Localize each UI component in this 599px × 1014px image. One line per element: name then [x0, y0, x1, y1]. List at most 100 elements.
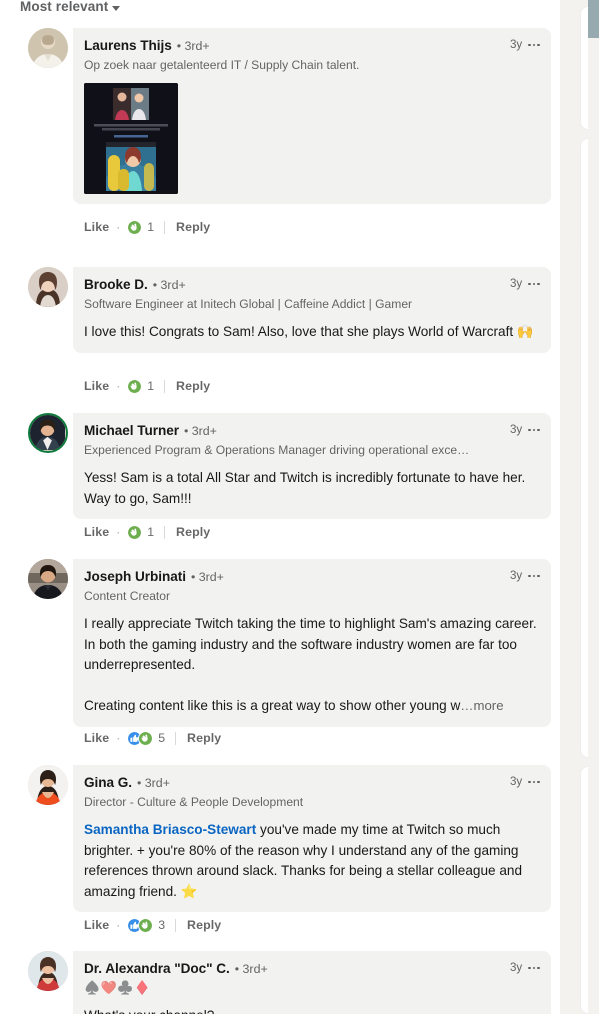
- author-name: Brooke D.: [84, 277, 148, 292]
- comment-attached-image[interactable]: [84, 83, 178, 194]
- avatar[interactable]: [28, 951, 68, 991]
- comment-header: Dr. Alexandra "Doc" C. • 3rd+ 3y ♠️❤️♣️♦…: [84, 959, 540, 996]
- comment-meta: 3y: [510, 774, 540, 790]
- reaction-count: 1: [147, 220, 155, 234]
- reactions-summary[interactable]: 1: [127, 218, 154, 236]
- author-headline: Experienced Program & Operations Manager…: [84, 443, 470, 457]
- linkedin-post-comments-screen: Most relevant Laurens Thijs • 3rd+ 3y Op…: [0, 0, 599, 1014]
- action-divider: [164, 379, 166, 393]
- reaction-icons: [127, 378, 143, 394]
- avatar[interactable]: [28, 765, 68, 805]
- action-divider: [175, 731, 177, 745]
- comments-feed: Most relevant Laurens Thijs • 3rd+ 3y Op…: [0, 0, 560, 1014]
- author-degree: • 3rd+: [190, 570, 224, 584]
- like-button[interactable]: Like: [84, 916, 109, 934]
- reply-button[interactable]: Reply: [176, 377, 210, 395]
- reply-button[interactable]: Reply: [187, 916, 221, 934]
- ellipsis-icon[interactable]: [528, 427, 540, 434]
- ellipsis-icon[interactable]: [528, 965, 540, 972]
- avatar[interactable]: [28, 267, 68, 307]
- comment-text: What's your channel?: [84, 1006, 540, 1014]
- author-headline: Director - Culture & People Development: [84, 795, 304, 809]
- comment-author[interactable]: Michael Turner • 3rd+: [84, 421, 484, 441]
- like-button[interactable]: Like: [84, 729, 109, 747]
- comment-bubble: Dr. Alexandra "Doc" C. • 3rd+ 3y ♠️❤️♣️♦…: [73, 951, 551, 1014]
- author-headline: ♠️❤️♣️♦️: [84, 980, 151, 995]
- celebrate-reaction-icon: [138, 730, 154, 746]
- action-separator: ·: [116, 525, 121, 539]
- comment-meta: 3y: [510, 276, 540, 292]
- see-more-button[interactable]: …more: [460, 698, 503, 713]
- chevron-down-icon: [112, 5, 121, 11]
- reaction-count: 1: [147, 379, 155, 393]
- author-degree: • 3rd+: [183, 424, 217, 438]
- reactions-summary[interactable]: 1: [127, 377, 154, 395]
- reaction-count: 3: [158, 918, 166, 932]
- ellipsis-icon[interactable]: [528, 573, 540, 580]
- author-name: Gina G.: [84, 775, 132, 790]
- avatar[interactable]: [28, 413, 68, 453]
- reply-button[interactable]: Reply: [187, 729, 221, 747]
- comment-actions: Like · 1 Reply: [84, 377, 210, 395]
- comment-bubble: Laurens Thijs • 3rd+ 3y Op zoek naar get…: [73, 28, 551, 204]
- action-divider: [164, 220, 166, 234]
- comment-actions: Like · 5 Reply: [84, 729, 221, 747]
- reaction-icons: [127, 524, 143, 540]
- comment-header: Joseph Urbinati • 3rd+ 3y Content Creato…: [84, 567, 540, 604]
- comment-header: Brooke D. • 3rd+ 3y Software Engineer at…: [84, 275, 540, 312]
- reply-button[interactable]: Reply: [176, 218, 210, 236]
- comment-author[interactable]: Laurens Thijs • 3rd+: [84, 36, 484, 56]
- author-name: Joseph Urbinati: [84, 569, 186, 584]
- like-button[interactable]: Like: [84, 218, 109, 236]
- author-headline: Content Creator: [84, 589, 171, 603]
- celebrate-reaction-icon: [127, 524, 143, 540]
- right-rail: [560, 0, 599, 1014]
- avatar[interactable]: [28, 28, 68, 68]
- sort-comments-label: Most relevant: [20, 0, 109, 14]
- comment-bubble: Gina G. • 3rd+ 3y Director - Culture & P…: [73, 765, 551, 912]
- author-name: Laurens Thijs: [84, 38, 172, 53]
- ellipsis-icon[interactable]: [528, 779, 540, 786]
- comment-age: 3y: [509, 38, 523, 51]
- like-button[interactable]: Like: [84, 523, 109, 541]
- author-degree: • 3rd+: [176, 39, 210, 53]
- comment-age: 3y: [509, 277, 523, 290]
- page-scrollbar[interactable]: [588, 0, 599, 1014]
- comment-meta: 3y: [510, 960, 540, 976]
- action-separator: ·: [116, 918, 121, 932]
- ellipsis-icon[interactable]: [528, 42, 540, 49]
- action-divider: [175, 918, 177, 932]
- reply-button[interactable]: Reply: [176, 523, 210, 541]
- celebrate-reaction-icon: [127, 378, 143, 394]
- ellipsis-icon[interactable]: [528, 281, 540, 288]
- scrollbar-thumb[interactable]: [588, 0, 599, 38]
- reaction-icons: [127, 730, 154, 746]
- sort-comments-dropdown[interactable]: Most relevant: [20, 0, 121, 17]
- comment-bubble: Brooke D. • 3rd+ 3y Software Engineer at…: [73, 267, 551, 353]
- avatar[interactable]: [28, 559, 68, 599]
- comment-author[interactable]: Brooke D. • 3rd+: [84, 275, 484, 295]
- like-button[interactable]: Like: [84, 377, 109, 395]
- comment-header: Gina G. • 3rd+ 3y Director - Culture & P…: [84, 773, 540, 810]
- comment-text: I love this! Congrats to Sam! Also, love…: [84, 324, 534, 339]
- author-degree: • 3rd+: [152, 278, 186, 292]
- reactions-summary[interactable]: 1: [127, 523, 154, 541]
- comment-actions: Like · 1 Reply: [84, 523, 210, 541]
- comment-bubble: Joseph Urbinati • 3rd+ 3y Content Creato…: [73, 559, 551, 727]
- comment-author[interactable]: Joseph Urbinati • 3rd+: [84, 567, 484, 587]
- comment-age: 3y: [509, 775, 523, 788]
- comment-actions: Like · 3 Reply: [84, 916, 221, 934]
- comment-age: 3y: [509, 961, 523, 974]
- reactions-summary[interactable]: 3: [127, 916, 165, 934]
- comment-author[interactable]: Dr. Alexandra "Doc" C. • 3rd+: [84, 959, 484, 979]
- action-divider: [164, 525, 166, 539]
- comment-age: 3y: [509, 569, 523, 582]
- mention-link[interactable]: Samantha Briasco-Stewart: [84, 822, 256, 837]
- celebrate-reaction-icon: [127, 219, 143, 235]
- comment-actions: Like · 1 Reply: [84, 218, 210, 236]
- reaction-icons: [127, 219, 143, 235]
- comment-text: I really appreciate Twitch taking the ti…: [84, 614, 540, 717]
- comment-meta: 3y: [510, 568, 540, 584]
- comment-author[interactable]: Gina G. • 3rd+: [84, 773, 484, 793]
- reactions-summary[interactable]: 5: [127, 729, 165, 747]
